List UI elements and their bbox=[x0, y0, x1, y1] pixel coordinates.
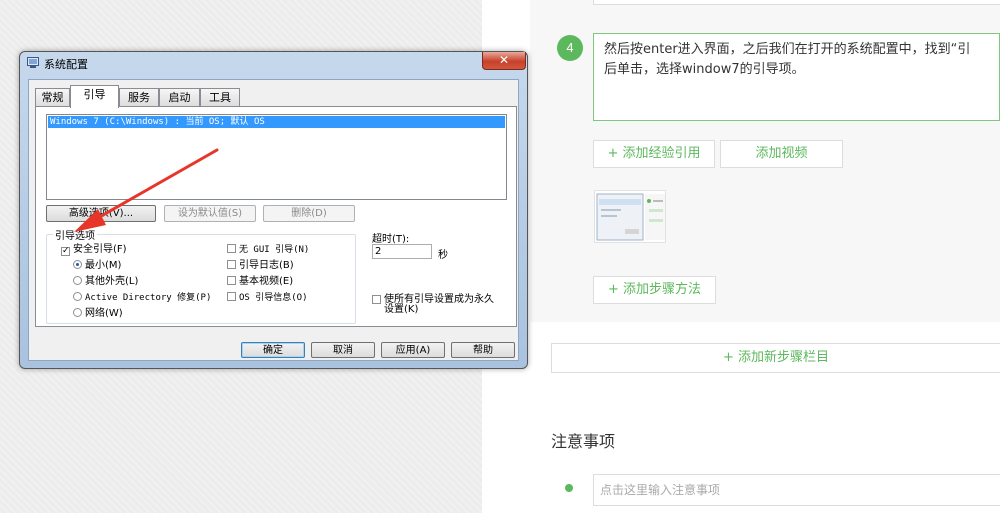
os-boot-info-label: OS 引导信息(O) bbox=[239, 293, 308, 303]
notes-title: 注意事项 bbox=[551, 432, 616, 451]
checkbox-icon bbox=[227, 292, 236, 301]
dialog-client-area: 常规 引导 服务 启动 工具 Windows 7 (C:\Windows) : … bbox=[28, 79, 519, 361]
set-default-button[interactable]: 设为默认值(S) bbox=[164, 205, 256, 222]
close-button[interactable]: ✕ bbox=[482, 52, 526, 70]
alternate-shell-label: 其他外壳(L) bbox=[85, 276, 139, 287]
notes-bullet-icon bbox=[565, 484, 573, 492]
radio-icon bbox=[73, 292, 82, 301]
no-gui-checkbox[interactable]: 无 GUI 引导(N) bbox=[227, 244, 309, 256]
system-config-icon bbox=[27, 57, 39, 68]
timeout-unit: 秒 bbox=[438, 250, 448, 261]
step-number-badge: 4 bbox=[557, 35, 583, 61]
add-video-button[interactable]: 添加视频 bbox=[720, 140, 843, 168]
radio-selected-icon bbox=[73, 260, 82, 269]
os-list[interactable]: Windows 7 (C:\Windows) : 当前 OS; 默认 OS bbox=[46, 114, 507, 200]
advanced-options-button[interactable]: 高级选项(V)... bbox=[46, 205, 156, 222]
timeout-label: 超时(T): bbox=[372, 234, 410, 245]
make-permanent-checkbox[interactable]: 使所有引导设置成为永久 设置(K) bbox=[372, 295, 494, 315]
minimal-label: 最小(M) bbox=[85, 260, 122, 271]
add-new-section-button[interactable]: + 添加新步骤栏目 bbox=[551, 343, 1000, 373]
no-gui-label: 无 GUI 引导(N) bbox=[239, 245, 310, 255]
tab-boot[interactable]: 引导 bbox=[70, 85, 119, 108]
tab-general[interactable]: 常规 bbox=[35, 88, 70, 107]
apply-button[interactable]: 应用(A) bbox=[381, 342, 445, 358]
step-image-thumbnail[interactable] bbox=[594, 190, 666, 243]
network-radio[interactable]: 网络(W) bbox=[73, 308, 123, 320]
os-list-item[interactable]: Windows 7 (C:\Windows) : 当前 OS; 默认 OS bbox=[48, 116, 505, 128]
checkbox-icon bbox=[372, 295, 381, 304]
network-label: 网络(W) bbox=[85, 308, 123, 319]
checkbox-checked-icon: ✓ bbox=[61, 246, 70, 256]
boot-log-label: 引导日志(B) bbox=[239, 260, 294, 271]
tab-services[interactable]: 服务 bbox=[119, 88, 159, 107]
checkbox-icon bbox=[227, 244, 236, 253]
step-text-editor[interactable]: 然后按enter进入界面，之后我们在打开的系统配置中，找到“引 后单击，选择wi… bbox=[593, 33, 1000, 121]
checkbox-icon bbox=[227, 260, 236, 269]
checkbox-icon bbox=[227, 276, 236, 285]
safe-boot-label: 安全引导(F) bbox=[73, 244, 127, 255]
safe-boot-checkbox[interactable]: ✓ 安全引导(F) bbox=[61, 244, 127, 256]
tab-startup[interactable]: 启动 bbox=[159, 88, 200, 107]
ad-repair-radio[interactable]: Active Directory 修复(P) bbox=[73, 292, 211, 304]
ok-button[interactable]: 确定 bbox=[241, 342, 305, 358]
boot-tab-page: Windows 7 (C:\Windows) : 当前 OS; 默认 OS 高级… bbox=[35, 106, 517, 327]
minimal-radio[interactable]: 最小(M) bbox=[73, 260, 121, 272]
delete-button[interactable]: 删除(D) bbox=[263, 205, 355, 222]
alternate-shell-radio[interactable]: 其他外壳(L) bbox=[73, 276, 138, 288]
previous-step-box bbox=[593, 0, 1000, 5]
base-video-label: 基本视频(E) bbox=[239, 276, 294, 287]
help-button[interactable]: 帮助 bbox=[451, 342, 515, 358]
os-boot-info-checkbox[interactable]: OS 引导信息(O) bbox=[227, 292, 308, 304]
base-video-checkbox[interactable]: 基本视频(E) bbox=[227, 276, 293, 288]
boot-options-label: 引导选项 bbox=[53, 227, 97, 242]
boot-log-checkbox[interactable]: 引导日志(B) bbox=[227, 260, 294, 272]
add-step-method-button[interactable]: + 添加步骤方法 bbox=[593, 276, 716, 304]
notes-input[interactable]: 点击这里输入注意事项 bbox=[593, 474, 1000, 506]
timeout-input[interactable]: 2 bbox=[372, 244, 432, 259]
system-config-dialog: 系统配置 ✕ 常规 引导 服务 启动 工具 Windows 7 (C:\Wind… bbox=[19, 51, 528, 369]
add-reference-button[interactable]: + 添加经验引用 bbox=[593, 140, 715, 168]
ad-repair-label: Active Directory 修复(P) bbox=[85, 293, 212, 303]
make-permanent-label: 使所有引导设置成为永久 设置(K) bbox=[384, 294, 494, 315]
cancel-button[interactable]: 取消 bbox=[311, 342, 375, 358]
radio-icon bbox=[73, 308, 82, 317]
dialog-title: 系统配置 bbox=[44, 58, 88, 71]
boot-options-group: 引导选项 ✓ 安全引导(F) 最小(M) 其他外壳(L) Active Direc… bbox=[46, 227, 356, 324]
tab-tools[interactable]: 工具 bbox=[200, 88, 240, 107]
radio-icon bbox=[73, 276, 82, 285]
